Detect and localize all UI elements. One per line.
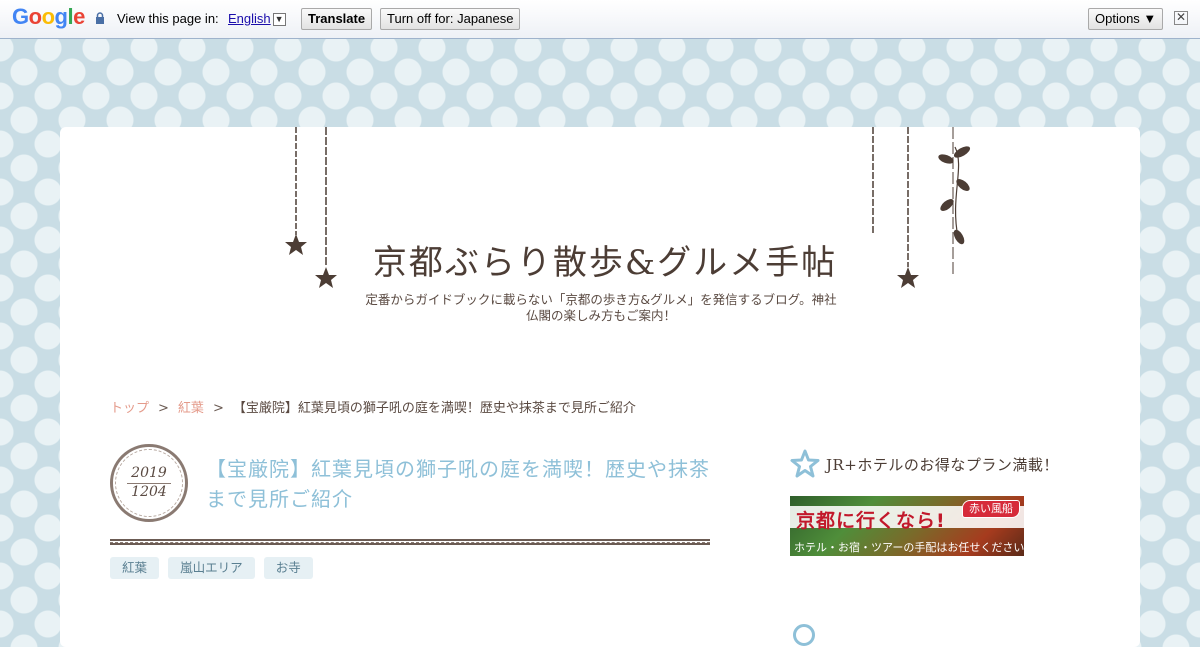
google-logo-letter: o [28, 4, 42, 29]
view-page-label: View this page in: [117, 11, 219, 26]
star-icon [315, 267, 337, 288]
translate-button[interactable]: Translate [301, 8, 373, 30]
google-logo-letter: e [73, 4, 85, 29]
google-logo-letter: G [12, 4, 29, 29]
breadcrumb-separator: > [158, 401, 169, 416]
moon-icon [866, 237, 882, 254]
tag-item[interactable]: 紅葉 [110, 557, 160, 579]
breadcrumb-link-category[interactable]: 紅葉 [178, 401, 204, 416]
tag-item[interactable]: 嵐山エリア [168, 557, 255, 579]
tag-item[interactable]: お寺 [263, 557, 313, 579]
star-icon [897, 267, 919, 288]
breadcrumb-current: 【宝厳院】紅葉見頃の獅子吼の庭を満喫！歴史や抹茶まで見所ご紹介 [232, 401, 636, 416]
ad-banner[interactable]: 京都に行くなら! 赤い風船 ホテル・お宿・ツアーの手配はお任せください [790, 496, 1024, 556]
date-year: 2019 [131, 465, 167, 481]
banner-main-text: 京都に行くなら! [796, 510, 946, 532]
lock-icon [96, 12, 104, 24]
chevron-down-icon: ▼ [272, 13, 286, 26]
star-icon [285, 234, 307, 255]
date-badge: 2019 1204 [110, 444, 188, 522]
date-divider [127, 483, 171, 484]
breadcrumb: トップ > 紅葉 > 【宝厳院】紅葉見頃の獅子吼の庭を満喫！歴史や抹茶まで見所ご紹介 [110, 397, 636, 416]
site-description: 定番からガイドブックに載らない「京都の歩き方&グルメ」を発信するブログ。神社仏閣… [365, 292, 837, 323]
banner-badge: 赤い風船 [962, 500, 1020, 518]
main-card: 京都ぶらり散歩&グルメ手帖 定番からガイドブックに載らない「京都の歩き方&グルメ… [60, 127, 1140, 647]
breadcrumb-separator: > [212, 401, 224, 416]
sidebar-heading: JR+ホテルのお得なプラン満載！ [790, 449, 1130, 479]
turn-off-button[interactable]: Turn off for: Japanese [380, 8, 521, 30]
language-value: English [228, 11, 271, 26]
vine-icon [954, 146, 960, 238]
star-outline-icon [790, 449, 820, 478]
options-button[interactable]: Options ▼ [1088, 8, 1164, 30]
google-logo-letter: g [54, 4, 68, 29]
google-logo-letter: o [41, 4, 55, 29]
circle-icon [793, 624, 815, 646]
sidebar-heading-text: JR+ホテルのお得なプラン満載！ [826, 456, 1059, 474]
title-divider [110, 539, 710, 545]
translate-bar: Google View this page in: English ▼ Trans… [0, 0, 1200, 39]
google-logo: Google [12, 4, 85, 30]
google-logo-text: Google [12, 4, 85, 29]
breadcrumb-link-top[interactable]: トップ [110, 401, 149, 416]
language-select[interactable]: English ▼ [228, 11, 286, 26]
post-title: 【宝厳院】紅葉見頃の獅子吼の庭を満喫！歴史や抹茶まで見所ご紹介 [206, 457, 710, 511]
banner-subtext: ホテル・お宿・ツアーの手配はお任せください [794, 541, 1024, 554]
close-icon[interactable]: ✕ [1174, 11, 1188, 25]
site-title[interactable]: 京都ぶらり散歩&グルメ手帖 [360, 235, 850, 284]
tag-list: 紅葉 嵐山エリア お寺 [110, 557, 317, 579]
date-month-day: 1204 [131, 484, 167, 500]
